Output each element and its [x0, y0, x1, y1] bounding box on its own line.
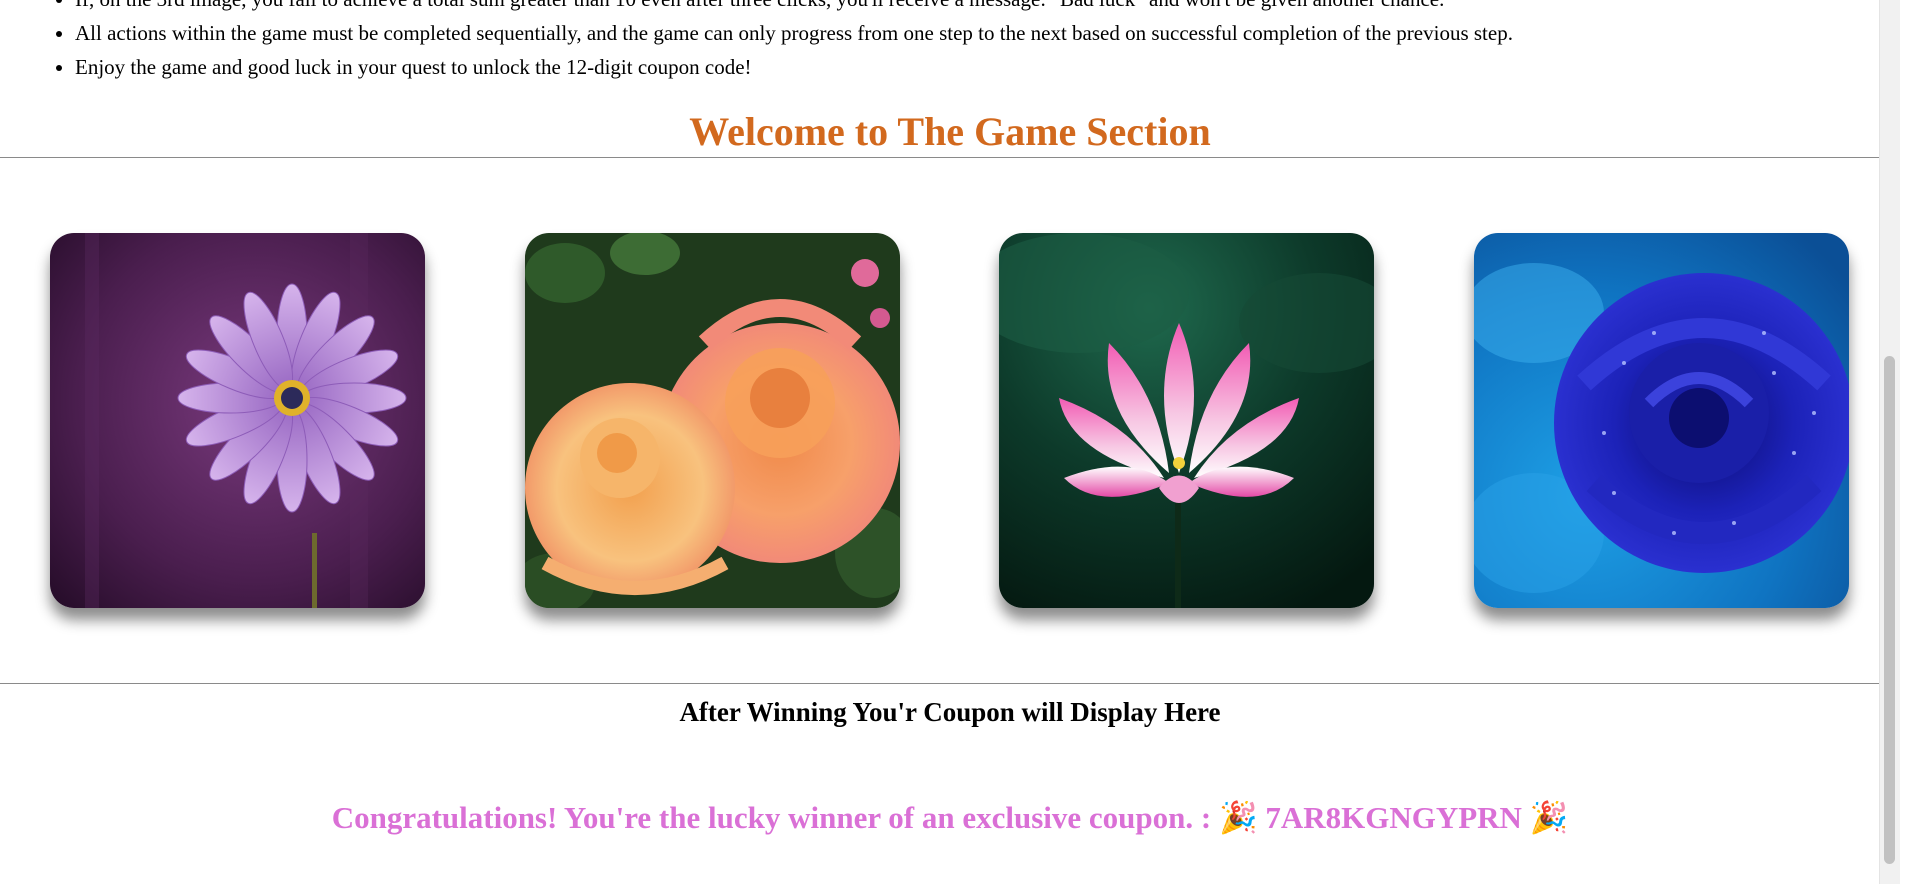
game-image-pink-lotus[interactable] [999, 233, 1374, 608]
rule-item: All actions within the game must be comp… [75, 16, 1513, 50]
game-image-blue-rose[interactable] [1474, 233, 1849, 608]
party-popper-icon: 🎉 [1529, 800, 1569, 835]
game-image-orange-roses[interactable] [525, 233, 900, 608]
divider [0, 683, 1900, 684]
coupon-heading: After Winning You'r Coupon will Display … [679, 697, 1221, 727]
rules-list: If, on the 3rd image, you fail to achiev… [0, 0, 1513, 84]
scrollbar-thumb[interactable] [1884, 356, 1895, 864]
divider [0, 157, 1900, 158]
page: If, on the 3rd image, you fail to achiev… [0, 0, 1900, 884]
coupon-code: 7AR8KGNGYPRN [1265, 800, 1522, 835]
game-image-purple-daisy[interactable] [50, 233, 425, 608]
congrats-text: Congratulations! You're the lucky winner… [331, 800, 1219, 835]
vertical-scrollbar[interactable] [1879, 0, 1900, 884]
congratulations-message: Congratulations! You're the lucky winner… [0, 798, 1900, 838]
party-popper-icon: 🎉 [1218, 800, 1258, 835]
rule-item: If, on the 3rd image, you fail to achiev… [75, 0, 1513, 16]
rule-item: Enjoy the game and good luck in your que… [75, 50, 1513, 84]
game-section-title: Welcome to The Game Section [689, 109, 1211, 154]
image-gallery [50, 233, 1850, 608]
